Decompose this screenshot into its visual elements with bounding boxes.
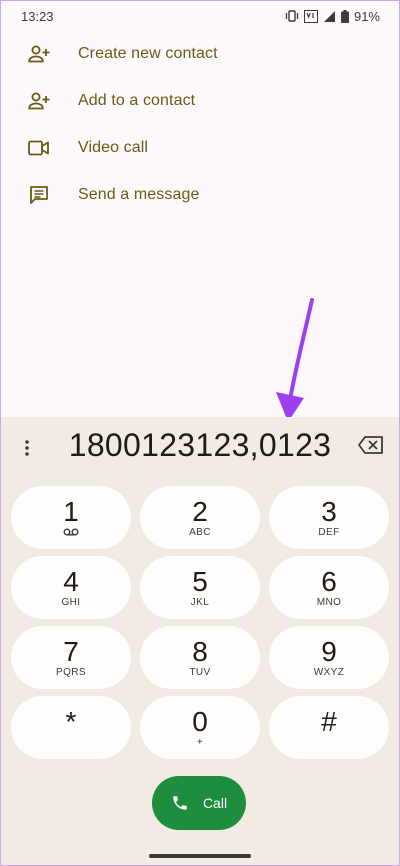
key-digit: 0 [192, 705, 208, 737]
key-digit: 1 [63, 495, 79, 527]
key-digit: * [65, 705, 77, 737]
dialpad: 1 2 ABC 3 DEF 4 GHI 5 JKL 6 MNO 7 PQRS 8… [11, 486, 389, 759]
annotation-arrow [276, 298, 314, 422]
key-8[interactable]: 8 TUV [140, 626, 260, 689]
add-to-contact-action[interactable]: Add to a contact [0, 77, 400, 124]
backspace-icon [358, 436, 383, 454]
key-0[interactable]: 0 + [140, 696, 260, 759]
key-star[interactable]: * [11, 696, 131, 759]
volte-wifi-icon [303, 9, 318, 23]
vibrate-icon [285, 10, 299, 22]
key-digit: 8 [192, 635, 208, 667]
key-hash[interactable]: # [269, 696, 389, 759]
key-letters: MNO [316, 596, 342, 608]
battery-percent: 91% [353, 8, 380, 24]
key-digit: 2 [192, 495, 208, 527]
action-label: Add to a contact [78, 91, 196, 109]
key-digit: 7 [63, 635, 79, 667]
signal-icon [323, 10, 336, 23]
key-3[interactable]: 3 DEF [269, 486, 389, 549]
number-actions-list: Create new contact Add to a contact Vide… [0, 30, 400, 218]
action-label: Video call [78, 138, 149, 156]
dialed-number[interactable]: 1800123123,0123 [0, 427, 400, 464]
send-message-action[interactable]: Send a message [0, 171, 400, 218]
status-time: 13:23 [21, 8, 54, 24]
number-row: 1800123123,0123 [0, 417, 400, 479]
key-letters: DEF [318, 526, 340, 538]
key-digit: 3 [321, 495, 337, 527]
key-letters: JKL [190, 596, 210, 608]
voicemail-icon [63, 527, 79, 539]
key-1[interactable]: 1 [11, 486, 131, 549]
key-letters: TUV [189, 666, 211, 678]
key-digit: 4 [63, 565, 79, 597]
dialpad-panel: 1800123123,0123 1 2 ABC 3 DEF 4 GHI 5 JK… [0, 417, 400, 866]
add-person-icon [27, 89, 51, 113]
video-camera-icon [27, 136, 51, 160]
key-2[interactable]: 2 ABC [140, 486, 260, 549]
action-label: Send a message [78, 185, 200, 203]
phone-icon [173, 796, 187, 810]
message-icon [27, 183, 51, 207]
key-letters: ABC [189, 526, 211, 538]
video-call-action[interactable]: Video call [0, 124, 400, 171]
key-letters: PQRS [56, 666, 86, 678]
create-new-contact-action[interactable]: Create new contact [0, 30, 400, 77]
backspace-button[interactable] [358, 436, 384, 459]
key-digit: # [321, 705, 337, 737]
key-letters: + [196, 736, 204, 748]
battery-icon [340, 9, 349, 23]
key-digit: 5 [192, 565, 208, 597]
status-icons: 91% [285, 9, 380, 24]
key-letters: WXYZ [313, 666, 345, 678]
key-9[interactable]: 9 WXYZ [269, 626, 389, 689]
key-7[interactable]: 7 PQRS [11, 626, 131, 689]
gesture-navigation-bar[interactable] [149, 854, 251, 858]
key-letters: GHI [61, 596, 81, 608]
call-button[interactable]: Call [152, 776, 246, 830]
add-person-icon [27, 42, 51, 66]
key-digit: 9 [321, 635, 337, 667]
status-bar: 13:23 91% [0, 0, 400, 32]
key-digit: 6 [321, 565, 337, 597]
action-label: Create new contact [78, 44, 218, 62]
key-5[interactable]: 5 JKL [140, 556, 260, 619]
key-4[interactable]: 4 GHI [11, 556, 131, 619]
key-6[interactable]: 6 MNO [269, 556, 389, 619]
call-label: Call [202, 795, 228, 811]
